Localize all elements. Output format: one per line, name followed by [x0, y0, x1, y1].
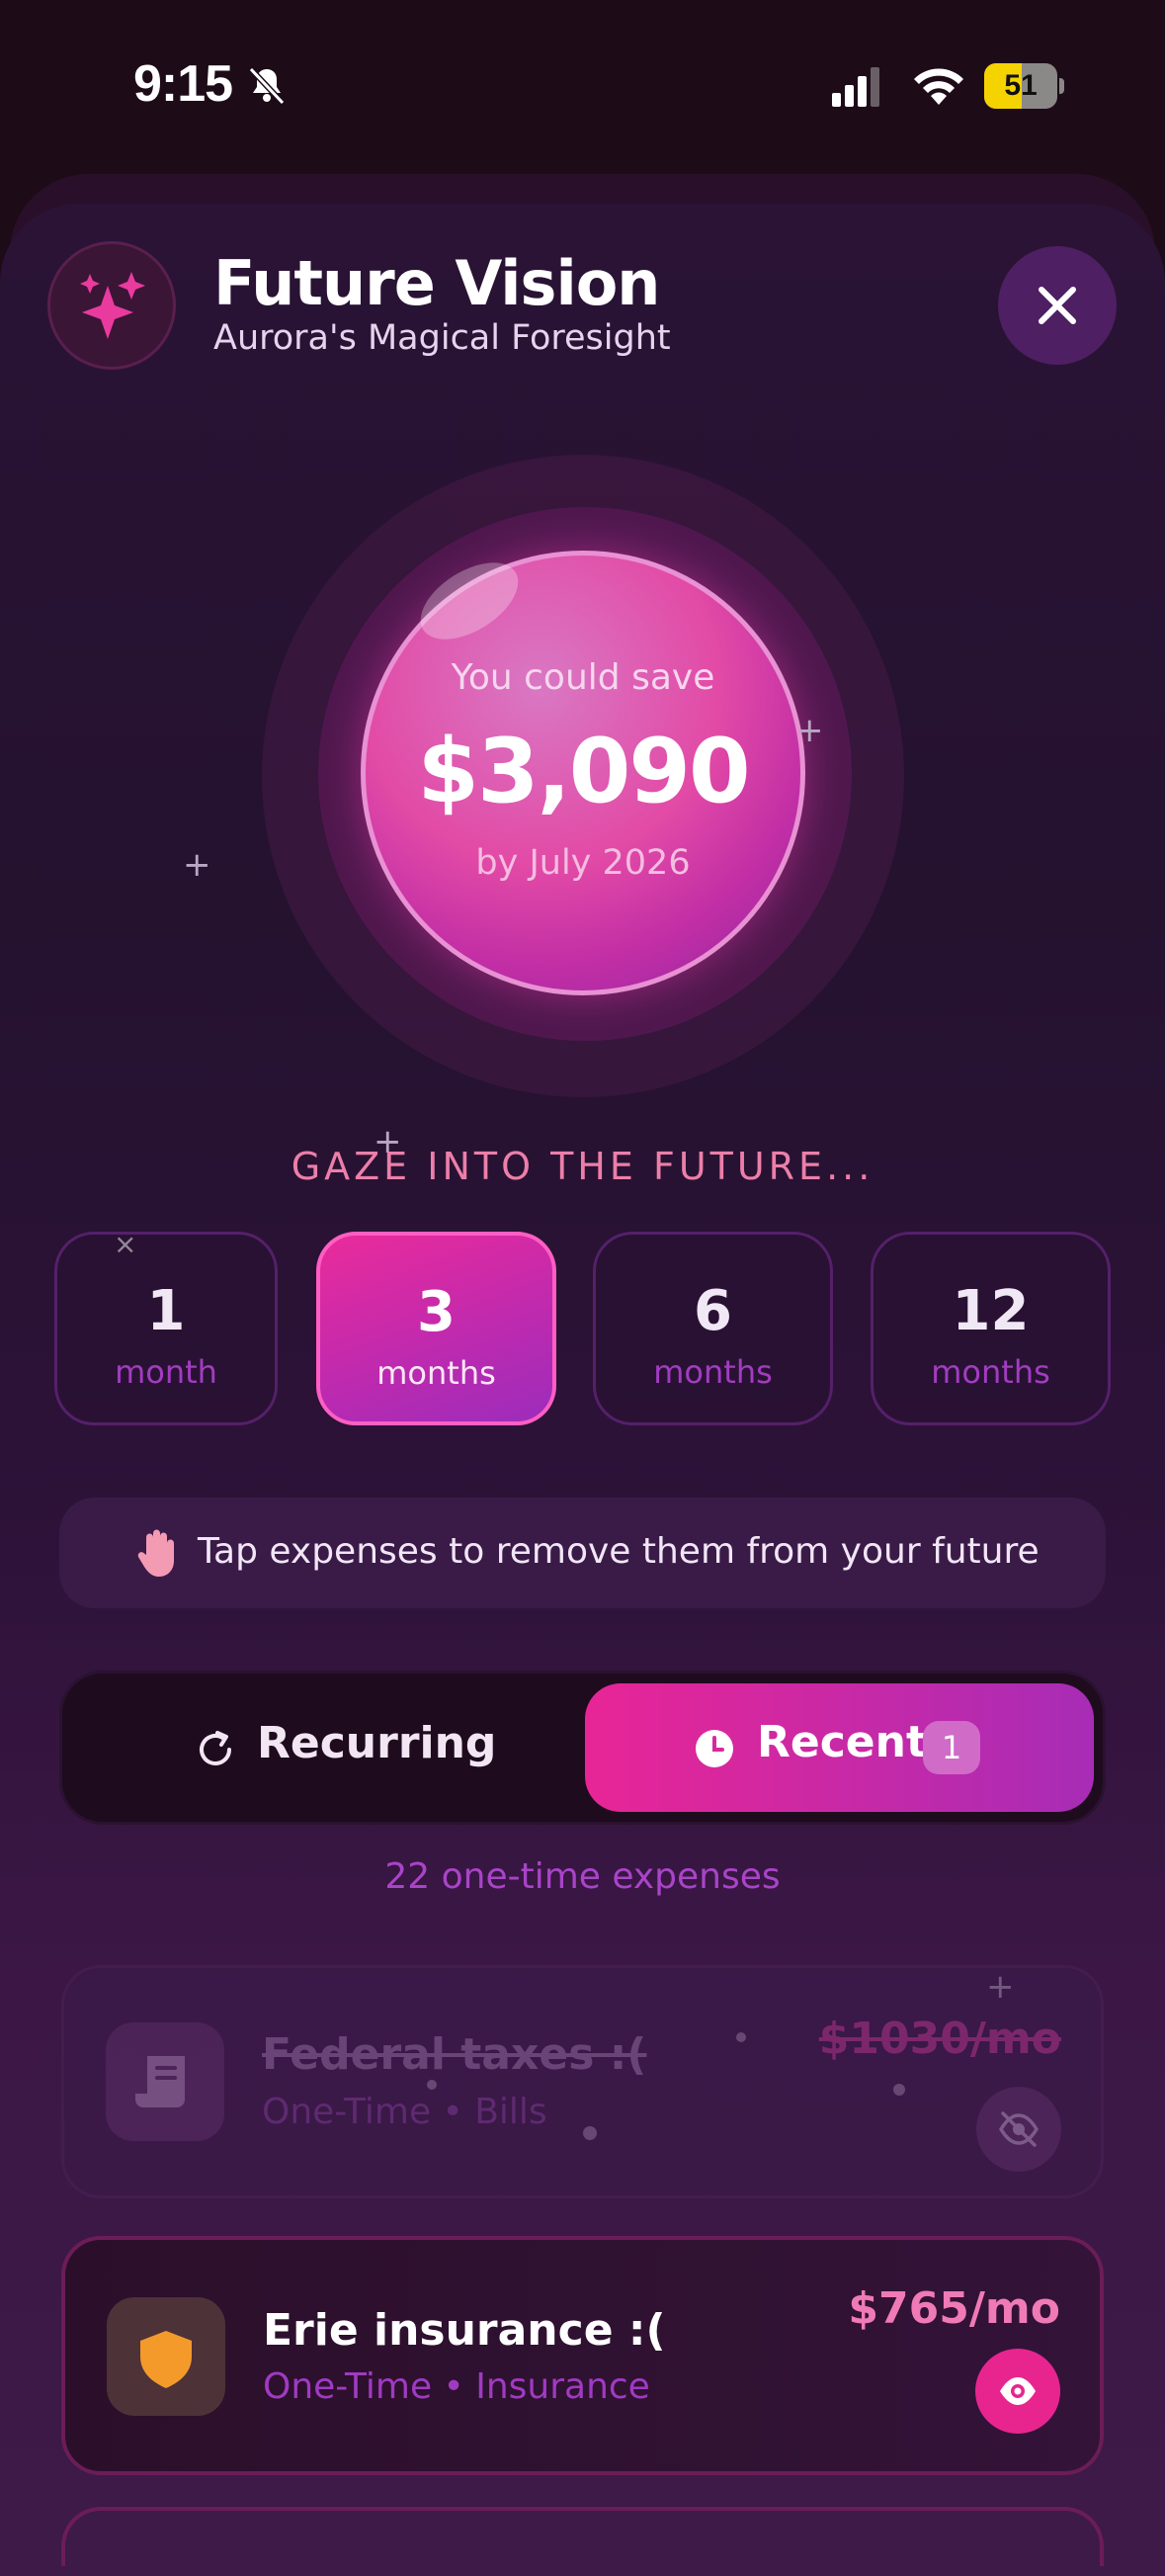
tab-recurring[interactable]: Recurring — [59, 1671, 583, 1825]
clock-icon — [696, 1730, 733, 1767]
expense-card-federal-taxes[interactable]: Federal taxes :( One-Time • Bills $1030/… — [61, 1965, 1104, 2198]
status-bar: 9:15 51 — [0, 0, 1165, 168]
period-option-1-month[interactable]: 1 month — [54, 1232, 278, 1425]
hide-expense-button[interactable] — [975, 2349, 1060, 2434]
tip-text: Tap expenses to remove them from your fu… — [198, 1531, 1040, 1572]
decorative-dot — [736, 2032, 746, 2042]
period-number: 3 — [417, 1280, 456, 1344]
period-number: 12 — [952, 1279, 1030, 1343]
page-title: Future Vision — [213, 247, 660, 319]
bell-muted-icon — [248, 66, 286, 106]
savings-date: by July 2026 — [475, 843, 691, 883]
cellular-signal-icon — [832, 67, 879, 107]
refresh-icon — [200, 1731, 231, 1765]
page-subtitle: Aurora's Magical Foresight — [213, 318, 671, 358]
period-number: 1 — [146, 1279, 186, 1343]
expense-icon-box — [107, 2297, 225, 2416]
period-unit: month — [115, 1353, 217, 1391]
expense-meta: One-Time • Insurance — [263, 2366, 650, 2407]
receipt-icon — [135, 2056, 185, 2107]
expense-card-next[interactable] — [61, 2507, 1104, 2566]
raised-hand-icon — [137, 1529, 174, 1577]
decorative-dot — [427, 2080, 437, 2090]
tip-banner: Tap expenses to remove them from your fu… — [59, 1498, 1106, 1608]
expense-name: Erie insurance :( — [263, 2305, 666, 2356]
sparkles-avatar — [47, 241, 176, 370]
period-option-6-months[interactable]: 6 months — [593, 1232, 833, 1425]
expense-meta: One-Time • Bills — [262, 2092, 547, 2132]
tab-recent[interactable]: Recent 1 — [585, 1683, 1094, 1812]
eye-off-icon — [998, 2111, 1040, 2147]
savings-amount: $3,090 — [417, 720, 750, 823]
period-heading: GAZE INTO THE FUTURE... — [291, 1145, 874, 1188]
decorative-dot — [583, 2126, 597, 2140]
battery-indicator: 51 — [984, 63, 1064, 109]
eye-icon — [1000, 2377, 1036, 2405]
restore-expense-button[interactable] — [976, 2087, 1061, 2172]
expense-amount: $1030/mo — [818, 2014, 1061, 2064]
savings-label: You could save — [451, 657, 715, 698]
period-option-3-months[interactable]: 3 months — [316, 1232, 556, 1425]
sparkles-icon — [80, 272, 145, 339]
decorative-dot — [893, 2084, 905, 2096]
status-time: 9:15 — [133, 55, 233, 113]
tab-recurring-label: Recurring — [257, 1718, 497, 1768]
recent-count-badge: 1 — [923, 1721, 980, 1774]
sparkle-icon: + — [795, 711, 824, 750]
expense-name: Federal taxes :( — [262, 2029, 647, 2080]
period-unit: months — [931, 1353, 1050, 1391]
sparkle-icon: + — [183, 845, 211, 885]
wifi-icon — [914, 68, 963, 105]
expense-amount: $765/mo — [848, 2283, 1060, 2334]
tab-recent-label: Recent — [757, 1717, 928, 1767]
period-unit: months — [653, 1353, 773, 1391]
close-icon — [1039, 287, 1076, 324]
period-unit: months — [376, 1354, 496, 1392]
expense-icon-box — [106, 2022, 224, 2141]
shield-icon — [140, 2331, 192, 2388]
expense-count: 22 one-time expenses — [384, 1856, 781, 1897]
close-button[interactable] — [998, 246, 1117, 365]
period-option-12-months[interactable]: 12 months — [871, 1232, 1111, 1425]
period-number: 6 — [694, 1279, 732, 1343]
expense-card-erie-insurance[interactable]: Erie insurance :( One-Time • Insurance $… — [61, 2236, 1104, 2475]
